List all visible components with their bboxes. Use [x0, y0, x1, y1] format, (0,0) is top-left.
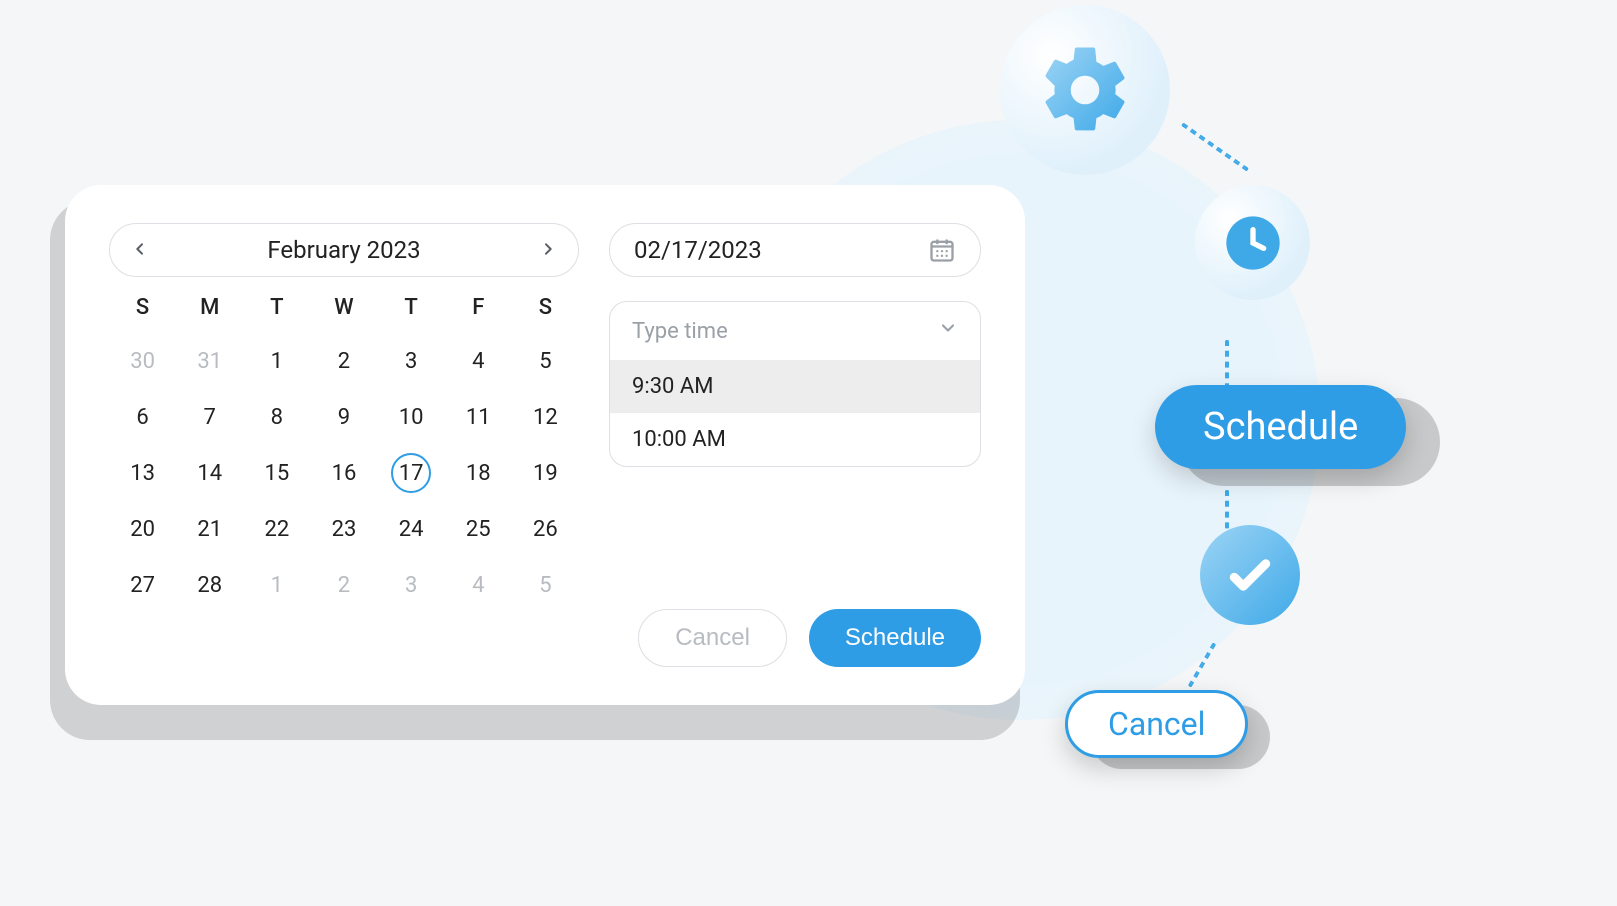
- calendar-day-selected[interactable]: 17: [378, 452, 445, 494]
- schedule-button[interactable]: Schedule: [809, 609, 981, 667]
- cancel-button[interactable]: Cancel: [638, 609, 787, 667]
- calendar-day[interactable]: 22: [243, 508, 310, 550]
- clock-icon: [1195, 185, 1310, 300]
- calendar-day[interactable]: 2: [310, 340, 377, 382]
- calendar-day[interactable]: 2: [310, 564, 377, 606]
- calendar-day[interactable]: 28: [176, 564, 243, 606]
- chevron-down-icon: [938, 318, 958, 344]
- date-value: 02/17/2023: [634, 236, 762, 264]
- calendar-icon: [928, 236, 956, 264]
- calendar-day[interactable]: 5: [512, 564, 579, 606]
- weekday-header: S: [109, 295, 176, 326]
- time-option[interactable]: 9:30 AM: [610, 360, 980, 413]
- calendar-day[interactable]: 26: [512, 508, 579, 550]
- calendar-day[interactable]: 15: [243, 452, 310, 494]
- calendar-day[interactable]: 21: [176, 508, 243, 550]
- month-label: February 2023: [267, 236, 420, 264]
- calendar-grid: SMTWTFS303112345678910111213141516171819…: [109, 295, 579, 606]
- calendar-panel: February 2023 SMTWTFS3031123456789101112…: [109, 223, 579, 667]
- time-select[interactable]: Type time 9:30 AM10:00 AM: [609, 301, 981, 467]
- calendar-day[interactable]: 16: [310, 452, 377, 494]
- calendar-day[interactable]: 19: [512, 452, 579, 494]
- weekday-header: F: [445, 295, 512, 326]
- calendar-day[interactable]: 1: [243, 564, 310, 606]
- detail-panel: 02/17/2023 Type time 9:30 AM10:00 AM Can…: [609, 223, 981, 667]
- time-option[interactable]: 10:00 AM: [610, 413, 980, 466]
- calendar-day[interactable]: 30: [109, 340, 176, 382]
- calendar-day[interactable]: 5: [512, 340, 579, 382]
- calendar-day[interactable]: 3: [378, 564, 445, 606]
- weekday-header: T: [378, 295, 445, 326]
- month-navigator: February 2023: [109, 223, 579, 277]
- connector-line: [1181, 122, 1249, 171]
- next-month-button[interactable]: [540, 238, 556, 263]
- calendar-day[interactable]: 18: [445, 452, 512, 494]
- calendar-day[interactable]: 9: [310, 396, 377, 438]
- cancel-pill-decor: Cancel: [1065, 690, 1248, 758]
- calendar-day[interactable]: 31: [176, 340, 243, 382]
- weekday-header: T: [243, 295, 310, 326]
- weekday-header: W: [310, 295, 377, 326]
- schedule-pill-decor: Schedule: [1155, 385, 1406, 469]
- calendar-day[interactable]: 23: [310, 508, 377, 550]
- calendar-day[interactable]: 7: [176, 396, 243, 438]
- prev-month-button[interactable]: [132, 238, 148, 263]
- calendar-day[interactable]: 20: [109, 508, 176, 550]
- calendar-day[interactable]: 27: [109, 564, 176, 606]
- action-row: Cancel Schedule: [609, 581, 981, 667]
- calendar-day[interactable]: 25: [445, 508, 512, 550]
- calendar-day[interactable]: 13: [109, 452, 176, 494]
- weekday-header: M: [176, 295, 243, 326]
- gear-icon: [1000, 5, 1170, 175]
- calendar-day[interactable]: 12: [512, 396, 579, 438]
- weekday-header: S: [512, 295, 579, 326]
- calendar-day[interactable]: 6: [109, 396, 176, 438]
- calendar-day[interactable]: 4: [445, 340, 512, 382]
- calendar-day[interactable]: 24: [378, 508, 445, 550]
- calendar-day[interactable]: 4: [445, 564, 512, 606]
- calendar-day[interactable]: 1: [243, 340, 310, 382]
- scheduler-card: February 2023 SMTWTFS3031123456789101112…: [65, 185, 1025, 705]
- date-input[interactable]: 02/17/2023: [609, 223, 981, 277]
- calendar-day[interactable]: 11: [445, 396, 512, 438]
- check-icon: [1200, 525, 1300, 625]
- time-placeholder: Type time: [632, 319, 728, 344]
- calendar-day[interactable]: 10: [378, 396, 445, 438]
- calendar-day[interactable]: 3: [378, 340, 445, 382]
- time-select-header[interactable]: Type time: [610, 302, 980, 360]
- calendar-day[interactable]: 14: [176, 452, 243, 494]
- calendar-day[interactable]: 8: [243, 396, 310, 438]
